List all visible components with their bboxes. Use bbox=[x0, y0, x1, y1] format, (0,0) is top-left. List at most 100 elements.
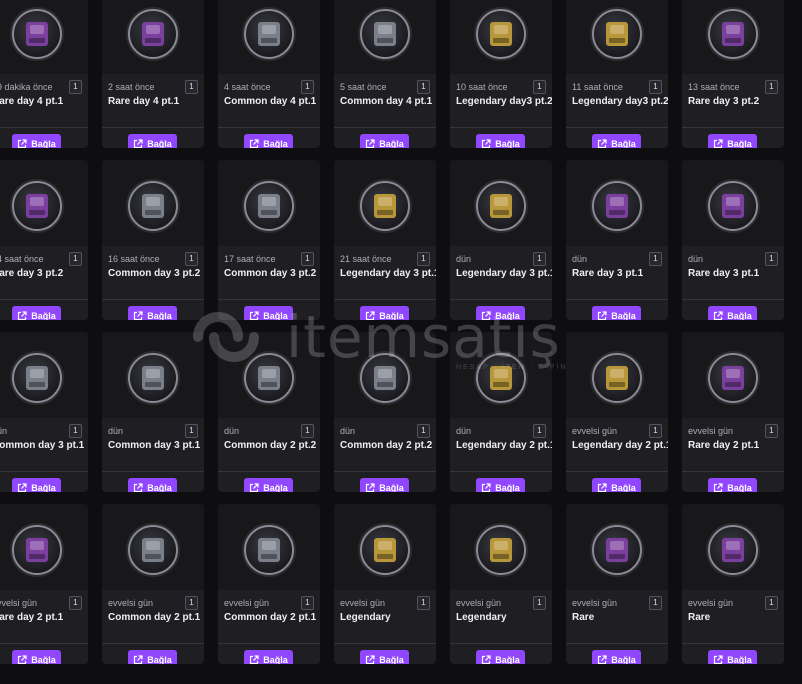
link-button[interactable]: Bağla bbox=[592, 306, 641, 320]
drop-title: Common day 4 pt.1 bbox=[340, 96, 433, 107]
external-link-icon bbox=[598, 310, 607, 320]
link-button-label: Bağla bbox=[263, 310, 288, 321]
external-link-icon bbox=[134, 310, 143, 320]
drop-title: Common day 2 pt.2 bbox=[224, 440, 317, 451]
card-meta: 13 saat önce 1 Rare day 3 pt.2 bbox=[688, 80, 778, 108]
card-meta: dün 1 Common day 3 pt.1 bbox=[0, 424, 85, 452]
card-image-area bbox=[450, 0, 552, 74]
chest-icon bbox=[374, 22, 396, 46]
drop-count-badge: 1 bbox=[185, 80, 198, 94]
drop-badge-icon bbox=[244, 181, 294, 231]
link-button[interactable]: Bağla bbox=[592, 134, 641, 148]
drop-card: evvelsi gün 1 Common day 2 pt.1 Bağla bbox=[218, 504, 320, 664]
card-image-area bbox=[0, 0, 88, 74]
drop-title: Legendary day 2 pt.1 bbox=[572, 440, 668, 451]
drop-card: 10 saat önce 1 Legendary day3 pt.2 Bağla bbox=[450, 0, 552, 148]
drop-badge-icon bbox=[592, 9, 642, 59]
chest-icon bbox=[722, 194, 744, 218]
link-button[interactable]: Bağla bbox=[708, 478, 757, 492]
drop-count-badge: 1 bbox=[765, 252, 778, 266]
card-image-area bbox=[218, 0, 320, 74]
card-meta: dün 1 Common day 2 pt.2 bbox=[340, 424, 432, 452]
external-link-icon bbox=[714, 482, 723, 492]
drop-title: Common day 3 pt.1 bbox=[0, 440, 85, 451]
card-image-area bbox=[218, 160, 320, 246]
link-button[interactable]: Bağla bbox=[244, 134, 293, 148]
drop-count-badge: 1 bbox=[417, 424, 430, 438]
link-button[interactable]: Bağla bbox=[592, 650, 641, 664]
card-divider bbox=[102, 299, 204, 300]
link-button-label: Bağla bbox=[727, 654, 752, 665]
drop-card: dün 1 Rare day 3 pt.1 Bağla bbox=[566, 160, 668, 320]
link-button-label: Bağla bbox=[147, 310, 172, 321]
link-button[interactable]: Bağla bbox=[244, 650, 293, 664]
card-image-area bbox=[102, 0, 204, 74]
card-image-area bbox=[450, 160, 552, 246]
card-meta: 11 saat önce 1 Legendary day3 pt.2 bbox=[572, 80, 668, 108]
link-button[interactable]: Bağla bbox=[244, 478, 293, 492]
card-image-area bbox=[334, 160, 436, 246]
chest-icon bbox=[258, 538, 280, 562]
chest-icon bbox=[606, 366, 628, 390]
link-button[interactable]: Bağla bbox=[360, 478, 409, 492]
chest-icon bbox=[258, 366, 280, 390]
link-button[interactable]: Bağla bbox=[360, 306, 409, 320]
drop-card: 5 saat önce 1 Common day 4 pt.1 Bağla bbox=[334, 0, 436, 148]
card-divider bbox=[0, 127, 88, 128]
link-button[interactable]: Bağla bbox=[128, 306, 177, 320]
drop-count-badge: 1 bbox=[765, 596, 778, 610]
link-button[interactable]: Bağla bbox=[12, 306, 61, 320]
link-button[interactable]: Bağla bbox=[476, 478, 525, 492]
card-divider bbox=[682, 471, 784, 472]
external-link-icon bbox=[714, 138, 723, 148]
link-button-label: Bağla bbox=[263, 482, 288, 493]
drop-title: Legendary day3 pt.2 bbox=[572, 96, 668, 107]
link-button[interactable]: Bağla bbox=[12, 134, 61, 148]
drop-card: evvelsi gün 1 Rare Bağla bbox=[566, 504, 668, 664]
card-image-area bbox=[566, 332, 668, 418]
link-button[interactable]: Bağla bbox=[708, 134, 757, 148]
link-button-label: Bağla bbox=[495, 138, 520, 149]
link-button[interactable]: Bağla bbox=[360, 650, 409, 664]
card-image-area bbox=[682, 160, 784, 246]
external-link-icon bbox=[598, 654, 607, 664]
card-image-area bbox=[450, 504, 552, 590]
drop-count-badge: 1 bbox=[185, 424, 198, 438]
drop-title: Rare day 3 pt.2 bbox=[0, 268, 64, 279]
card-meta: dün 1 Rare day 3 pt.1 bbox=[572, 252, 662, 280]
drop-badge-icon bbox=[12, 353, 62, 403]
chest-icon bbox=[142, 22, 164, 46]
link-button[interactable]: Bağla bbox=[128, 650, 177, 664]
drop-title: Common day 3 pt.2 bbox=[108, 268, 201, 279]
drop-card: dün 1 Common day 2 pt.2 Bağla bbox=[334, 332, 436, 492]
card-divider bbox=[218, 299, 320, 300]
drop-title: Common day 4 pt.1 bbox=[224, 96, 317, 107]
link-button[interactable]: Bağla bbox=[708, 650, 757, 664]
drop-count-badge: 1 bbox=[533, 424, 546, 438]
card-divider bbox=[102, 471, 204, 472]
drop-badge-icon bbox=[592, 181, 642, 231]
link-button[interactable]: Bağla bbox=[592, 478, 641, 492]
card-divider bbox=[566, 471, 668, 472]
drop-card: dün 1 Common day 3 pt.1 Bağla bbox=[102, 332, 204, 492]
card-image-area bbox=[682, 332, 784, 418]
link-button[interactable]: Bağla bbox=[476, 134, 525, 148]
card-image-area bbox=[566, 0, 668, 74]
drop-title: Legendary day 2 pt.1 bbox=[456, 440, 552, 451]
link-button[interactable]: Bağla bbox=[244, 306, 293, 320]
drop-card: 17 saat önce 1 Common day 3 pt.2 Bağla bbox=[218, 160, 320, 320]
drop-count-badge: 1 bbox=[533, 596, 546, 610]
link-button[interactable]: Bağla bbox=[128, 478, 177, 492]
link-button[interactable]: Bağla bbox=[12, 650, 61, 664]
link-button[interactable]: Bağla bbox=[476, 306, 525, 320]
link-button[interactable]: Bağla bbox=[128, 134, 177, 148]
external-link-icon bbox=[714, 654, 723, 664]
drop-title: Rare day 3 pt.1 bbox=[572, 268, 644, 279]
card-meta: evvelsi gün 1 Rare day 2 pt.1 bbox=[0, 596, 82, 624]
link-button[interactable]: Bağla bbox=[360, 134, 409, 148]
link-button[interactable]: Bağla bbox=[12, 478, 61, 492]
link-button[interactable]: Bağla bbox=[708, 306, 757, 320]
chest-icon bbox=[26, 366, 48, 390]
link-button[interactable]: Bağla bbox=[476, 650, 525, 664]
card-divider bbox=[102, 643, 204, 644]
